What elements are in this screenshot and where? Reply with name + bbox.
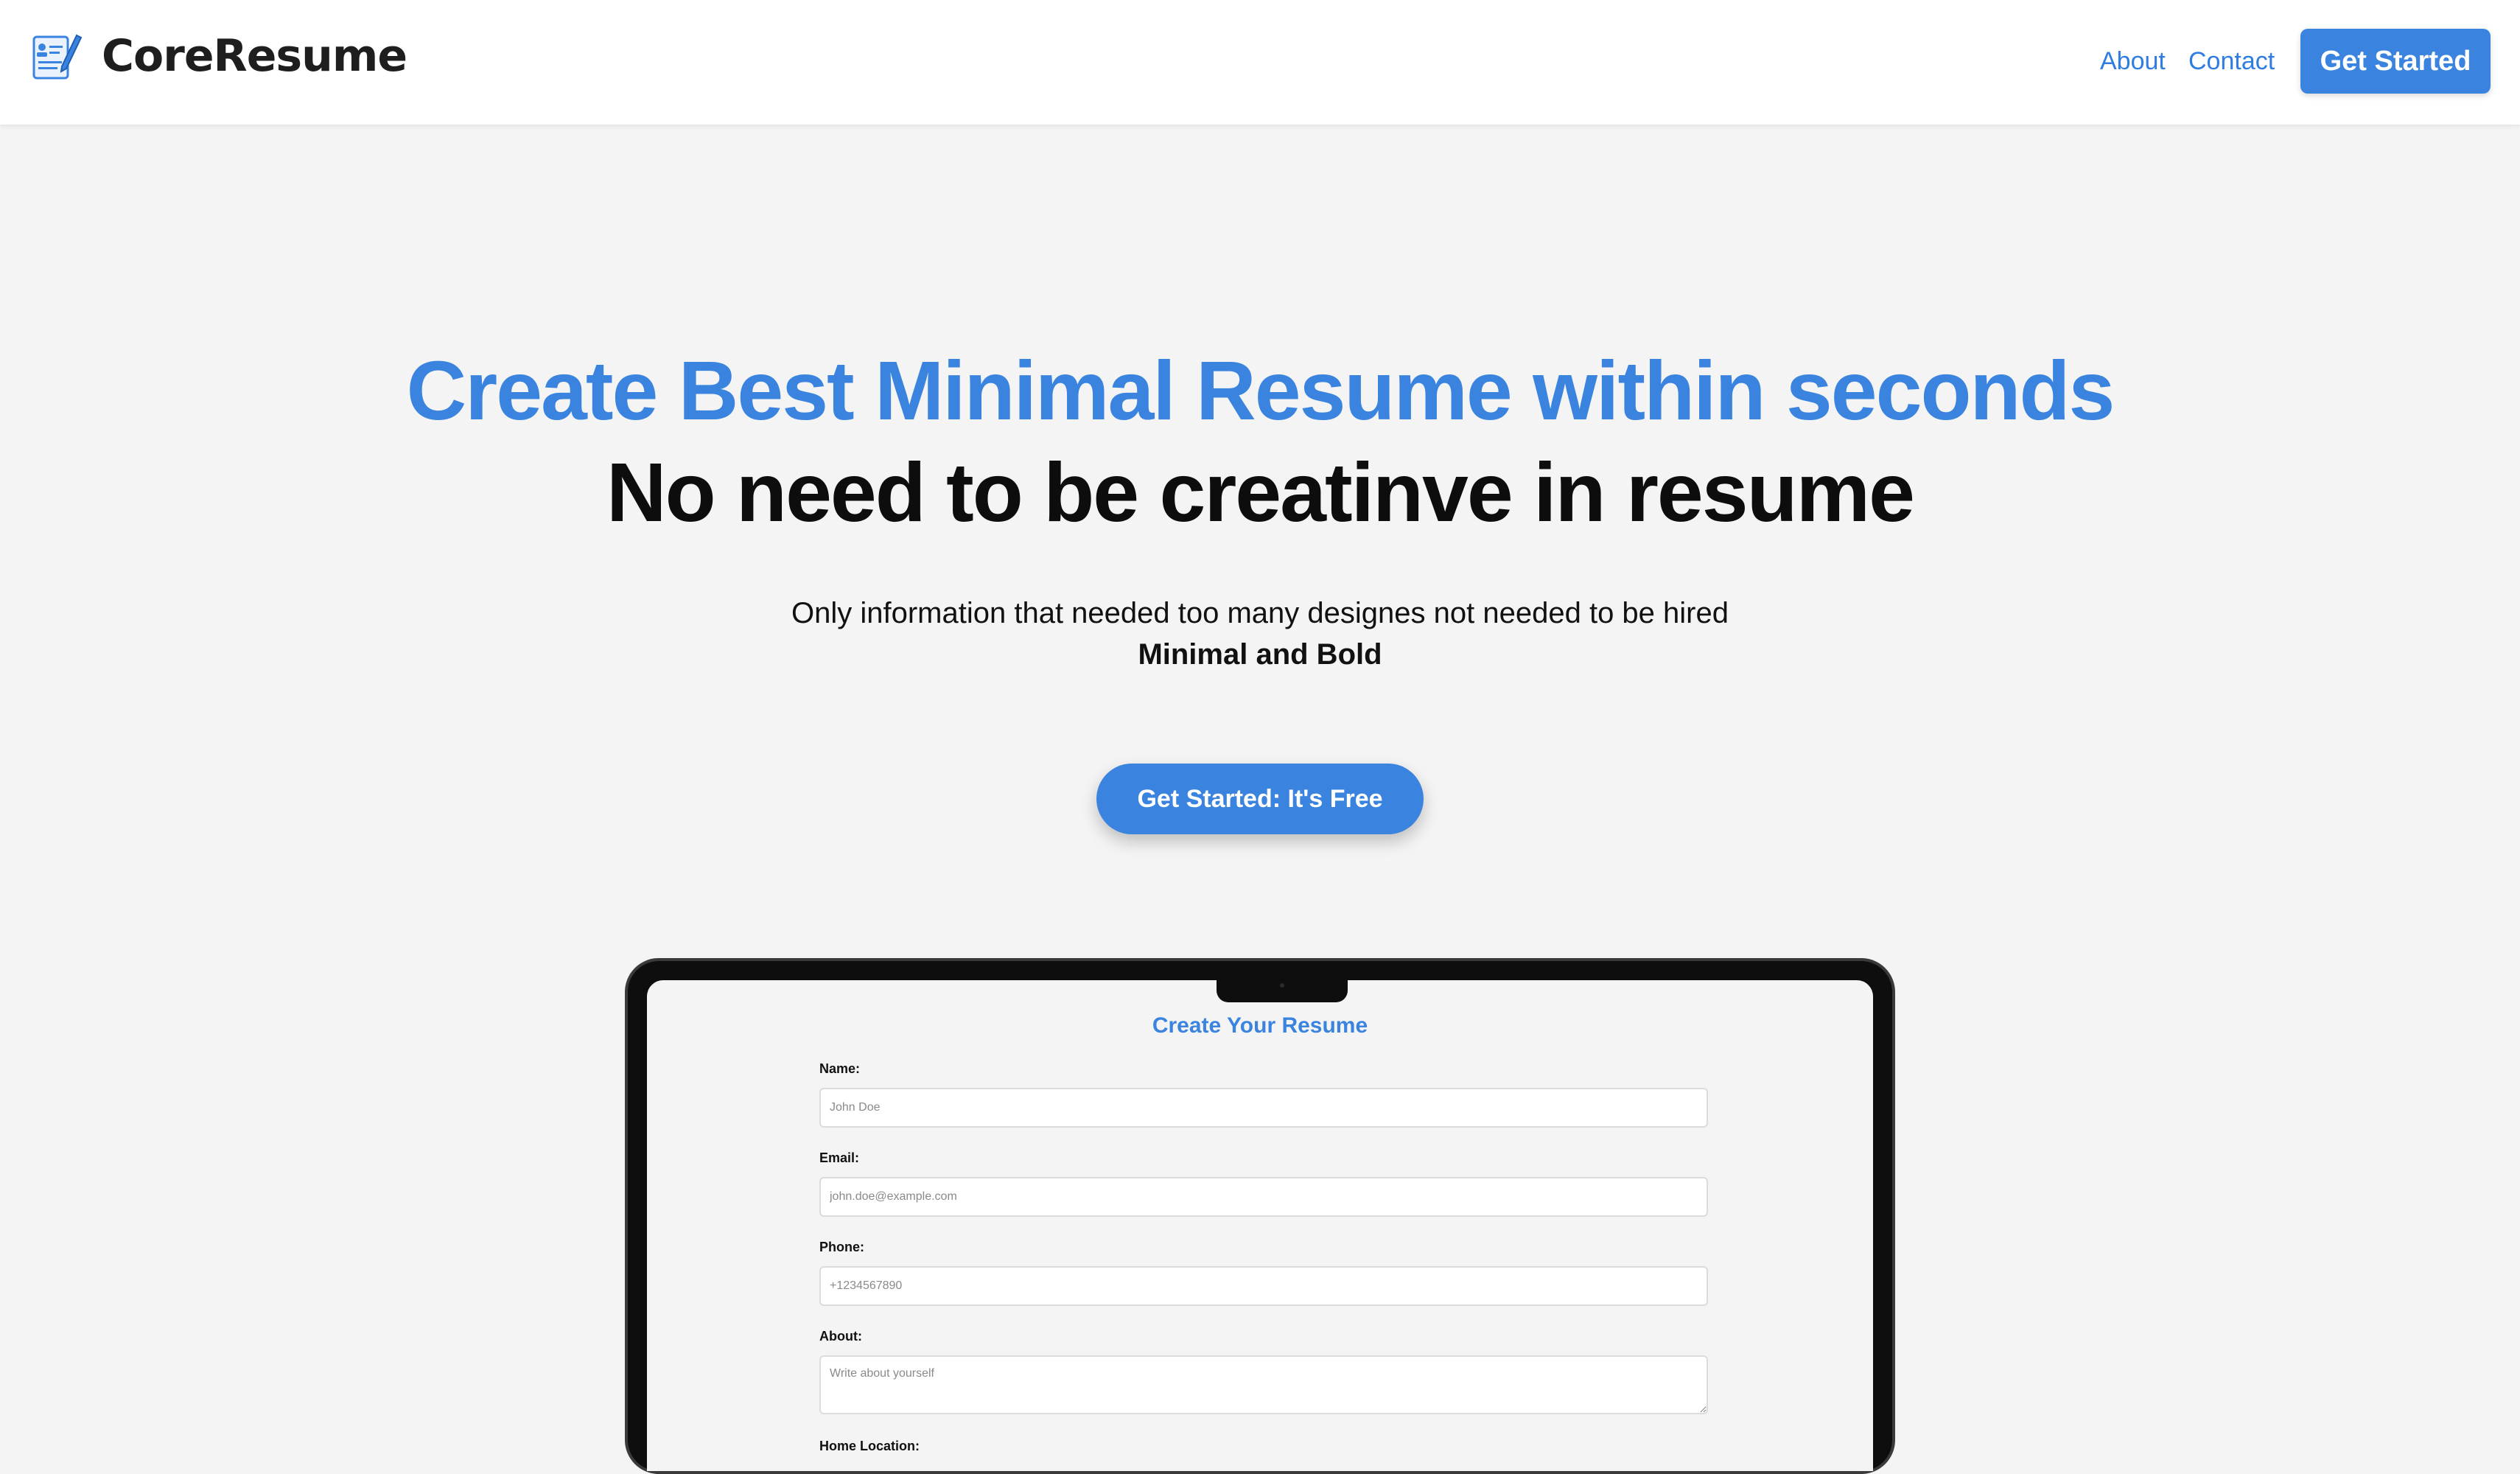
- nav-about-link[interactable]: About: [2100, 43, 2166, 80]
- site-header: CoreResume About Contact Get Started: [0, 0, 2520, 125]
- laptop-notch: [1217, 977, 1348, 1002]
- laptop-mockup: Create Your Resume Name: Email: Phone: A…: [625, 958, 1895, 1474]
- home-location-label: Home Location:: [819, 1439, 920, 1453]
- hero-description-bold: Minimal and Bold: [1138, 638, 1382, 671]
- email-input[interactable]: [819, 1177, 1708, 1217]
- hero-cta-button[interactable]: Get Started: It's Free: [1096, 764, 1424, 834]
- laptop-screen: Create Your Resume Name: Email: Phone: A…: [647, 977, 1873, 1471]
- hero-description: Only information that needed too many de…: [791, 597, 1729, 629]
- header-get-started-button[interactable]: Get Started: [2300, 29, 2491, 94]
- camera-icon: [1280, 983, 1284, 988]
- brand-name[interactable]: CoreResume: [102, 27, 407, 85]
- form-title: Create Your Resume: [1152, 1013, 1368, 1038]
- about-label: About:: [819, 1329, 862, 1344]
- phone-label: Phone:: [819, 1240, 864, 1254]
- name-input[interactable]: [819, 1088, 1708, 1128]
- phone-input[interactable]: [819, 1266, 1708, 1306]
- nav-contact-link[interactable]: Contact: [2188, 43, 2275, 80]
- resume-document-icon[interactable]: [29, 29, 83, 83]
- email-label: Email:: [819, 1150, 860, 1165]
- hero-subtitle: No need to be creatinve in resume: [606, 446, 1915, 539]
- about-textarea[interactable]: [819, 1355, 1708, 1414]
- name-label: Name:: [819, 1061, 861, 1076]
- hero-title: Create Best Minimal Resume within second…: [406, 344, 2115, 437]
